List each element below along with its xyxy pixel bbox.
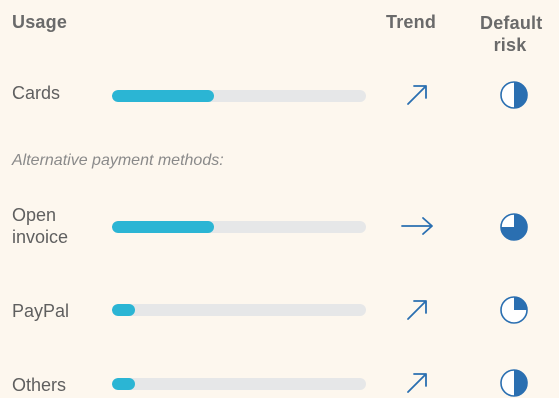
default-risk-header: Default risk [480, 12, 543, 56]
risk-pie-slice [514, 297, 527, 310]
usage-bar-fill [112, 221, 214, 233]
usage-bar-fill [112, 90, 214, 102]
usage-bar [112, 378, 366, 390]
row-label: Others [12, 375, 67, 395]
usage-bar [112, 304, 366, 316]
usage-bar-fill [112, 378, 135, 390]
usage-bar [112, 221, 366, 233]
default-risk-header-line2: risk [493, 35, 527, 55]
up-right-arrow-icon [407, 300, 427, 320]
risk-pie-icon [500, 213, 528, 241]
risk-pie-icon [500, 296, 528, 324]
risk-pie-icon [500, 81, 528, 109]
row-label: Cards [12, 83, 61, 103]
row-label-line2: invoice [12, 227, 69, 247]
risk-pie-slice [514, 82, 527, 108]
default-risk-header-line1: Default [480, 13, 543, 33]
usage-bar-fill [112, 304, 135, 316]
usage-header: Usage [12, 12, 68, 32]
section-label: Alternative payment methods: [12, 152, 224, 169]
row-label-line1: Open [12, 205, 57, 225]
trend-header: Trend [386, 12, 437, 32]
up-right-arrow-icon [407, 85, 427, 105]
row-label: PayPal [12, 301, 70, 321]
row-label: Open invoice [12, 204, 68, 248]
usage-bar [112, 90, 366, 102]
right-arrow-icon [401, 217, 433, 235]
up-right-arrow-icon [407, 373, 427, 393]
risk-pie-icon [500, 369, 528, 397]
risk-pie-slice [514, 370, 527, 396]
